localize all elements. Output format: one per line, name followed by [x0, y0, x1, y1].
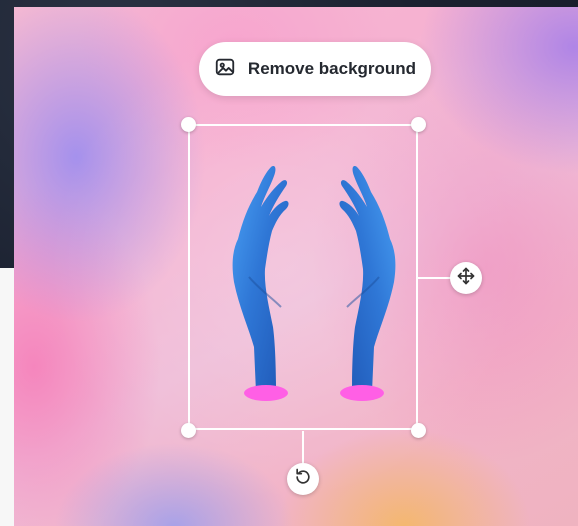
remove-background-button[interactable]: Remove background [199, 42, 431, 96]
remove-background-label: Remove background [247, 59, 417, 78]
move-icon [456, 266, 476, 290]
left-panel-edge [0, 268, 14, 526]
move-handle[interactable] [450, 262, 482, 294]
resize-handle-bottom-right[interactable] [411, 423, 426, 438]
image-icon [214, 56, 236, 82]
resize-handle-bottom-left[interactable] [181, 423, 196, 438]
selection-box [188, 124, 418, 430]
rotate-handle-connector [302, 431, 304, 465]
resize-handle-top-right[interactable] [411, 117, 426, 132]
resize-handle-top-left[interactable] [181, 117, 196, 132]
rotate-icon [293, 467, 313, 491]
rotate-handle[interactable] [287, 463, 319, 495]
move-handle-connector [418, 277, 452, 279]
